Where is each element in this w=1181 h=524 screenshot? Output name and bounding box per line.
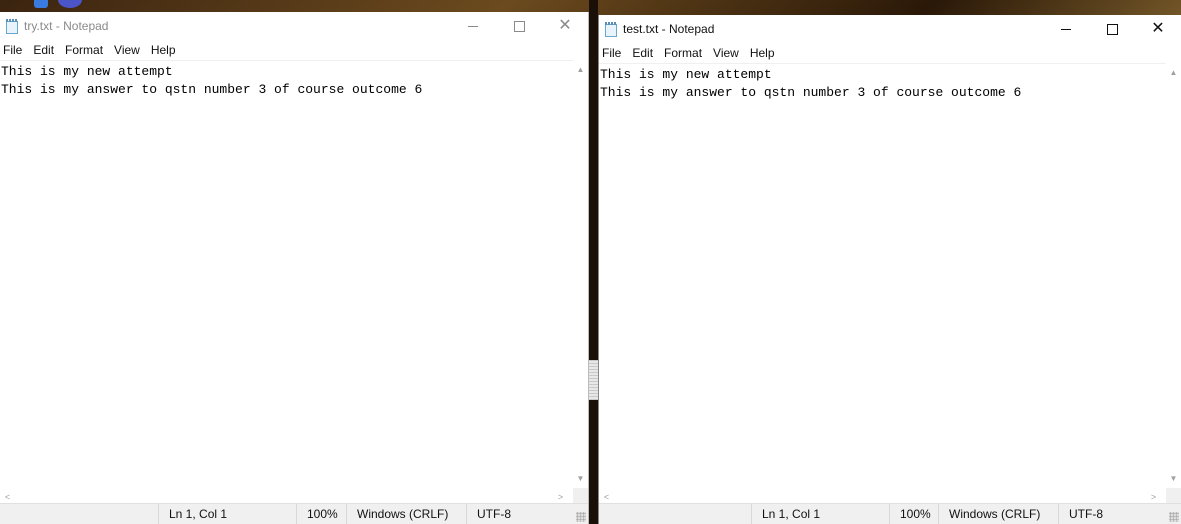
text-line: This is my new attempt [600, 67, 772, 82]
notepad-icon [5, 18, 19, 34]
maximize-button[interactable] [1089, 15, 1135, 43]
app-icon[interactable] [34, 0, 48, 8]
close-icon: ✕ [558, 17, 572, 34]
menu-view[interactable]: View [111, 43, 146, 57]
text-line: This is my answer to qstn number 3 of co… [1, 82, 423, 97]
minimize-icon [468, 25, 478, 27]
status-bar: Ln 1, Col 1 100% Windows (CRLF) UTF-8 [599, 503, 1181, 524]
menu-file[interactable]: File [0, 43, 28, 57]
text-editor[interactable]: This is my new attempt This is my answer… [599, 63, 1166, 488]
maximize-button[interactable] [496, 12, 542, 40]
window-gap [589, 0, 598, 524]
status-zoom: 100% [889, 504, 939, 524]
scroll-up-icon[interactable]: ▲ [1166, 65, 1181, 80]
notepad-icon [604, 21, 618, 37]
status-line-ending: Windows (CRLF) [938, 504, 1058, 524]
menu-help[interactable]: Help [747, 46, 781, 60]
notepad-window-try[interactable]: try.txt - Notepad ✕ File Edit Format Vie… [0, 12, 589, 524]
status-bar: Ln 1, Col 1 100% Windows (CRLF) UTF-8 [0, 503, 588, 524]
menu-edit[interactable]: Edit [30, 43, 60, 57]
window-title: try.txt - Notepad [24, 19, 109, 33]
scroll-up-icon[interactable]: ▲ [573, 62, 588, 77]
status-encoding: UTF-8 [1058, 504, 1168, 524]
close-icon: ✕ [1151, 20, 1165, 37]
menu-format[interactable]: Format [661, 46, 708, 60]
text-line: This is my answer to qstn number 3 of co… [600, 85, 1022, 100]
close-button[interactable]: ✕ [1135, 15, 1181, 43]
vertical-scrollbar[interactable]: ▲ ▼ [573, 60, 588, 488]
minimize-button[interactable] [1043, 15, 1089, 43]
menu-file[interactable]: File [599, 46, 627, 60]
status-position: Ln 1, Col 1 [751, 504, 901, 524]
vertical-scrollbar[interactable]: ▲ ▼ [1166, 63, 1181, 488]
notepad-window-test[interactable]: test.txt - Notepad ✕ File Edit Format Vi… [598, 15, 1181, 524]
minimize-icon [1061, 28, 1071, 30]
resize-grip-icon[interactable] [576, 512, 586, 522]
status-zoom: 100% [296, 504, 346, 524]
background-window-edge [589, 360, 598, 400]
title-bar[interactable]: test.txt - Notepad ✕ [599, 15, 1181, 43]
maximize-icon [513, 20, 525, 32]
scroll-down-icon[interactable]: ▼ [573, 471, 588, 486]
menu-edit[interactable]: Edit [629, 46, 659, 60]
window-title: test.txt - Notepad [623, 22, 715, 36]
text-line: This is my new attempt [1, 64, 173, 79]
close-button[interactable]: ✕ [542, 12, 588, 40]
status-position: Ln 1, Col 1 [158, 504, 304, 524]
resize-grip-icon[interactable] [1169, 512, 1179, 522]
menu-format[interactable]: Format [62, 43, 109, 57]
text-editor[interactable]: This is my new attempt This is my answer… [0, 60, 573, 488]
menu-bar: File Edit Format View Help [0, 40, 588, 60]
maximize-icon [1106, 23, 1118, 35]
menu-view[interactable]: View [710, 46, 745, 60]
status-line-ending: Windows (CRLF) [346, 504, 466, 524]
scroll-down-icon[interactable]: ▼ [1166, 471, 1181, 486]
minimize-button[interactable] [450, 12, 496, 40]
menu-help[interactable]: Help [148, 43, 182, 57]
status-encoding: UTF-8 [466, 504, 576, 524]
menu-bar: File Edit Format View Help [599, 43, 1181, 63]
title-bar[interactable]: try.txt - Notepad ✕ [0, 12, 588, 40]
